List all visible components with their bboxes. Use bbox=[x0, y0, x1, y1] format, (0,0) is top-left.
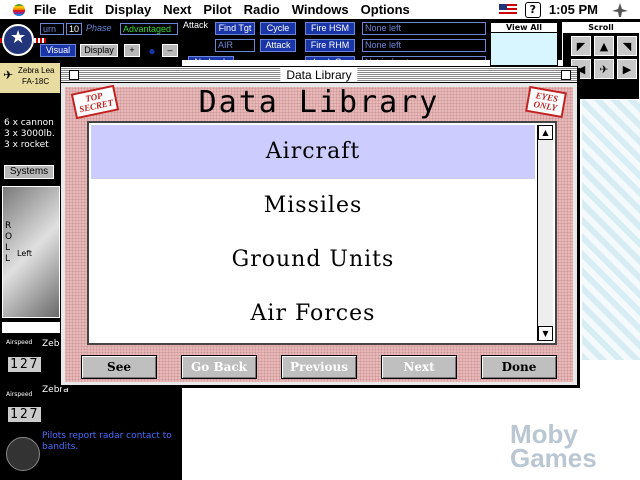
menu-clock: 1:05 PM bbox=[548, 2, 598, 17]
loadout-line: 3 x 3000lb. bbox=[4, 129, 55, 139]
menu-next[interactable]: Next bbox=[157, 0, 197, 20]
fire-hsm-button[interactable]: Fire HSM bbox=[305, 22, 355, 35]
data-library-window: Data Library Data Library TOP SECRET EYE… bbox=[60, 66, 578, 386]
scroll-up-arrow-icon[interactable]: ▲ bbox=[538, 125, 553, 140]
see-button[interactable]: See bbox=[81, 355, 157, 379]
previous-button[interactable]: Previous bbox=[281, 355, 357, 379]
menu-display[interactable]: Display bbox=[99, 0, 157, 20]
view-all-panel[interactable]: View All bbox=[490, 22, 558, 66]
fire-rhm-button[interactable]: Fire RHM bbox=[305, 39, 355, 52]
category-list-frame: Aircraft Missiles Ground Units Air Force… bbox=[87, 121, 557, 345]
zoom-out-button[interactable]: – bbox=[162, 44, 178, 57]
dialog-button-row: See Go Back Previous Next Done bbox=[81, 355, 559, 379]
application-icon[interactable] bbox=[608, 0, 632, 20]
menu-edit[interactable]: Edit bbox=[62, 0, 99, 20]
display-button[interactable]: Display bbox=[80, 44, 118, 57]
scroll-right-icon[interactable]: ▶ bbox=[617, 59, 637, 79]
unit-name-2: Zebra bbox=[42, 385, 69, 395]
menu-options[interactable]: Options bbox=[355, 0, 416, 20]
help-icon[interactable]: ? bbox=[524, 1, 541, 18]
loadout-line: 6 x cannon bbox=[4, 118, 54, 128]
aircraft-card[interactable]: Zebra Lea FA-18C ✈ bbox=[0, 63, 60, 93]
zoom-in-button[interactable]: + bbox=[124, 44, 140, 57]
list-item-air-forces[interactable]: Air Forces bbox=[91, 287, 535, 341]
go-back-button[interactable]: Go Back bbox=[181, 355, 257, 379]
zoom-dot-icon: ● bbox=[148, 44, 156, 58]
attitude-gauge: ROLL Left bbox=[2, 186, 60, 318]
scroll-up-right-icon[interactable]: ◥ bbox=[617, 36, 637, 56]
visual-button[interactable]: Visual bbox=[40, 44, 76, 57]
category-list: Aircraft Missiles Ground Units Air Force… bbox=[91, 125, 535, 341]
systems-button[interactable]: Systems bbox=[4, 165, 54, 179]
cycle-button[interactable]: Cycle bbox=[260, 22, 296, 35]
radar-scope-icon bbox=[6, 437, 40, 471]
phase-label: Phase bbox=[86, 23, 112, 33]
airspeed-digits-2: 127 bbox=[8, 407, 42, 422]
radio-message: Pilots report radar contact to bandits. bbox=[42, 431, 172, 452]
aircraft-type: FA-18C bbox=[22, 77, 50, 86]
zoom-box-icon[interactable] bbox=[561, 70, 571, 80]
attack-button[interactable]: Attack bbox=[260, 39, 296, 52]
keyboard-flag-icon[interactable] bbox=[498, 3, 517, 16]
airspeed-label-2: Airspeed bbox=[6, 391, 33, 398]
close-box-icon[interactable] bbox=[69, 70, 79, 80]
scroll-up-left-icon[interactable]: ◤ bbox=[571, 36, 591, 56]
turn-label: urn bbox=[40, 23, 64, 35]
list-scrollbar[interactable]: ▲ ▼ bbox=[537, 125, 553, 341]
done-button[interactable]: Done bbox=[481, 355, 557, 379]
scroll-down-arrow-icon[interactable]: ▼ bbox=[538, 326, 553, 341]
roll-label: ROLL bbox=[5, 221, 13, 264]
window-title: Data Library bbox=[280, 68, 358, 82]
list-item-ground-units[interactable]: Ground Units bbox=[91, 233, 535, 287]
target-type-field: AIR bbox=[215, 39, 255, 52]
menu-pilot[interactable]: Pilot bbox=[197, 0, 237, 20]
list-item-aircraft[interactable]: Aircraft bbox=[91, 125, 535, 179]
scroll-title: Scroll bbox=[563, 23, 639, 33]
aircraft-name: Zebra Lea bbox=[18, 66, 55, 75]
scroll-center-icon[interactable]: ✈ bbox=[594, 59, 614, 79]
left-label: Left bbox=[17, 249, 33, 258]
watermark: Moby Games bbox=[510, 419, 597, 473]
weapon-loadout: 6 x cannon 3 x 3000lb. 3 x rocket bbox=[4, 118, 55, 151]
rhm-status: None left bbox=[362, 39, 486, 52]
menu-file[interactable]: File bbox=[28, 0, 62, 20]
airspeed-label: Airspeed bbox=[6, 339, 33, 346]
turn-value: 10 bbox=[66, 23, 82, 35]
find-target-button[interactable]: Find Tgt bbox=[215, 22, 255, 35]
library-heading: Data Library bbox=[198, 85, 440, 120]
airspeed-digits: 127 bbox=[8, 357, 42, 372]
apple-menu-icon[interactable] bbox=[0, 0, 28, 20]
menu-windows[interactable]: Windows bbox=[286, 0, 355, 20]
menu-radio[interactable]: Radio bbox=[238, 0, 286, 20]
hsm-status: None left bbox=[362, 22, 486, 35]
scroll-up-icon[interactable]: ▲ bbox=[594, 36, 614, 56]
loadout-line: 3 x rocket bbox=[4, 140, 49, 150]
view-all-title: View All bbox=[491, 23, 557, 33]
menu-bar: File Edit Display Next Pilot Radio Windo… bbox=[0, 0, 640, 20]
next-button[interactable]: Next bbox=[381, 355, 457, 379]
attack-label: Attack bbox=[183, 20, 209, 30]
insignia-icon bbox=[0, 24, 46, 56]
list-item-missiles[interactable]: Missiles bbox=[91, 179, 535, 233]
phase-value: Advantaged bbox=[120, 23, 178, 35]
dialog-body: Data Library TOP SECRET EYES ONLY Aircra… bbox=[65, 84, 573, 382]
window-titlebar[interactable]: Data Library bbox=[61, 67, 577, 83]
aircraft-icon: ✈ bbox=[3, 68, 14, 82]
